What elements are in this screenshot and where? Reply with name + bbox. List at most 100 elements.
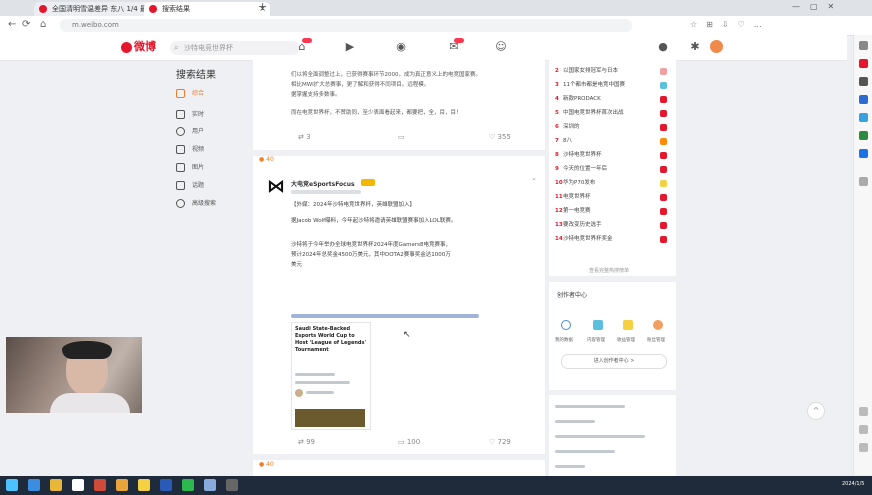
web-icon[interactable] [859, 149, 868, 158]
weibo-logo[interactable]: 微博 [121, 40, 167, 56]
games-icon[interactable] [859, 131, 868, 140]
app-icon[interactable] [138, 479, 150, 491]
enter-creator-center-button[interactable]: 进入创作者中心 > [561, 354, 667, 369]
author-avatar[interactable]: ⋈ [265, 176, 287, 198]
sidebar-settings-icon[interactable] [859, 443, 868, 452]
creator-item-label[interactable]: 粉丝管理 [647, 337, 665, 343]
app-icon[interactable] [226, 479, 238, 491]
search-input[interactable]: 沙特电竞世界杯 [170, 41, 300, 55]
chevron-down-icon[interactable]: ⌄ [531, 174, 537, 182]
app-icon[interactable] [160, 479, 172, 491]
app-icon[interactable] [116, 479, 128, 491]
card-author-line [306, 391, 334, 394]
post-1-body: 们以将全面调整过上，已获得赛事环节2000，成为真正意义上的电竞国家赛。 相比M… [291, 70, 541, 118]
hot-search-item[interactable]: 9 今天的位置一年后 [555, 164, 667, 175]
hot-more-link[interactable]: 查看完整热搜榜单 [589, 267, 629, 274]
nav-item-all[interactable]: 综合 [176, 87, 204, 101]
hot-search-item[interactable]: 2 以国家女排冠军与日本 [555, 66, 667, 77]
split-screen-icon[interactable] [859, 425, 868, 434]
new-tab-button[interactable]: + [258, 0, 267, 13]
home-icon[interactable]: ⌂ [40, 18, 46, 32]
search-icon[interactable] [859, 41, 868, 50]
like-button[interactable]: ♡ 729 [489, 438, 511, 446]
article-card[interactable]: Saudi State-Backed Esports World Cup to … [291, 322, 371, 430]
video-nav-icon[interactable]: ▶ [342, 40, 358, 54]
post-group-label: ● 40 [259, 156, 274, 163]
nav-item-images[interactable]: 图片 [176, 161, 204, 175]
discover-nav-icon[interactable]: ◉ [393, 40, 409, 54]
post-text-line: 美元 [291, 262, 303, 268]
tools-icon[interactable] [859, 77, 868, 86]
hot-search-item[interactable]: 11电竞世界杯 [555, 192, 667, 203]
windows-taskbar: 2024/1/5 [0, 476, 872, 495]
app-icon[interactable] [204, 479, 216, 491]
explorer-icon[interactable] [50, 479, 62, 491]
back-icon[interactable]: ← [8, 18, 16, 32]
message-nav-icon[interactable]: ✉ [446, 38, 464, 54]
office-icon[interactable] [859, 95, 868, 104]
group-label-text: 40 [266, 156, 274, 163]
home-nav-icon[interactable]: ⌂ [294, 38, 312, 54]
reload-icon[interactable]: ⟳ [22, 18, 30, 32]
game-nav-icon[interactable]: ☺ [493, 40, 509, 54]
browser-toolbar-icons[interactable]: ☆⊞⇩♡… [690, 20, 840, 30]
shopping-icon[interactable] [859, 59, 868, 68]
browser-tab-2[interactable]: 搜索结果 × [144, 2, 270, 16]
avatar[interactable] [710, 40, 723, 53]
hot-search-item[interactable]: 10华为P70发布 [555, 178, 667, 189]
hot-rank: 5 [555, 110, 559, 116]
add-icon[interactable] [859, 177, 868, 186]
hot-search-item[interactable]: 13要改变历史选手 [555, 220, 667, 231]
article-card-headline: Saudi State-Backed Esports World Cup to … [295, 326, 367, 353]
comment-button[interactable]: ▭ 100 [398, 438, 420, 446]
edge-icon[interactable] [28, 479, 40, 491]
url-field[interactable]: m.weibo.com [60, 19, 632, 32]
article-link[interactable] [291, 314, 479, 318]
comment-button[interactable]: ▭ [398, 133, 405, 141]
screenshot-icon[interactable] [859, 407, 868, 416]
weibo-eye-icon [121, 41, 132, 53]
hot-tag-icon [660, 110, 667, 117]
post-divider [253, 150, 545, 156]
nav-item-users[interactable]: 用户 [176, 125, 204, 139]
post-text-line: 相比MWI扩大总赛事，更了解和获得不同项目。远程模。 [291, 82, 430, 88]
settings-icon[interactable]: ✱ [687, 40, 703, 54]
income-icon[interactable] [623, 320, 633, 330]
window-controls[interactable]: —▢✕ [792, 2, 870, 14]
wechat-icon[interactable] [182, 479, 194, 491]
hot-search-item[interactable]: 6 深圳的 [555, 122, 667, 133]
hot-search-item[interactable]: 5 中国电竞世界杯首次出战 [555, 108, 667, 119]
outlook-icon[interactable] [859, 113, 868, 122]
hot-search-item[interactable]: 7 8八 [555, 136, 667, 147]
scroll-to-top-button[interactable]: ^ [807, 402, 825, 420]
like-button[interactable]: ♡ 355 [489, 133, 511, 141]
data-icon[interactable] [561, 320, 571, 330]
nav-item-video[interactable]: 视频 [176, 143, 204, 157]
hot-rank: 7 [555, 138, 559, 144]
fans-icon[interactable] [653, 320, 663, 330]
hot-search-item[interactable]: 14沙特电竞世界杯奖金 [555, 234, 667, 245]
hot-search-item[interactable]: 8 沙特电竞世界杯 [555, 150, 667, 161]
content-icon[interactable] [593, 320, 603, 330]
creator-item-label[interactable]: 收益管理 [617, 337, 635, 343]
store-icon[interactable] [72, 479, 84, 491]
hot-search-item[interactable]: 3 11个都市都是电竞中国赛 [555, 80, 667, 91]
hot-search-item[interactable]: 4 新款PRODACK [555, 94, 667, 105]
repost-button[interactable]: ⇄ 99 [298, 438, 315, 446]
creator-item-label[interactable]: 内容管理 [587, 337, 605, 343]
creator-item-label[interactable]: 我的数据 [555, 337, 573, 343]
start-icon[interactable] [6, 479, 18, 491]
system-clock: 2024/1/5 [842, 481, 865, 487]
weibo-header: 微博 沙特电竞世界杯 ⌕ ⌂ ▶ ◉ ✉ ☺ ● ✱ [0, 35, 847, 61]
nav-item-realtime[interactable]: 实时 [176, 108, 204, 122]
nav-item-advanced-search[interactable]: 高级搜索 [176, 197, 216, 211]
hot-search-item[interactable]: 12第一电竞赛 [555, 206, 667, 217]
app-icon[interactable] [94, 479, 106, 491]
nav-item-topics[interactable]: 话题 [176, 179, 204, 193]
browser-tab-1[interactable]: 全国清明雪温差异 东八 1/4 最低温 × [34, 2, 158, 16]
chat-icon[interactable]: ● [655, 40, 671, 54]
author-name[interactable]: 大电竞eSportsFocus [291, 179, 355, 188]
post-headline: 【外媒：2024年沙特电竞世界杯，英雄联盟加入】 [291, 202, 415, 208]
repost-button[interactable]: ⇄ 3 [298, 133, 311, 141]
repost-count: 3 [306, 133, 311, 141]
